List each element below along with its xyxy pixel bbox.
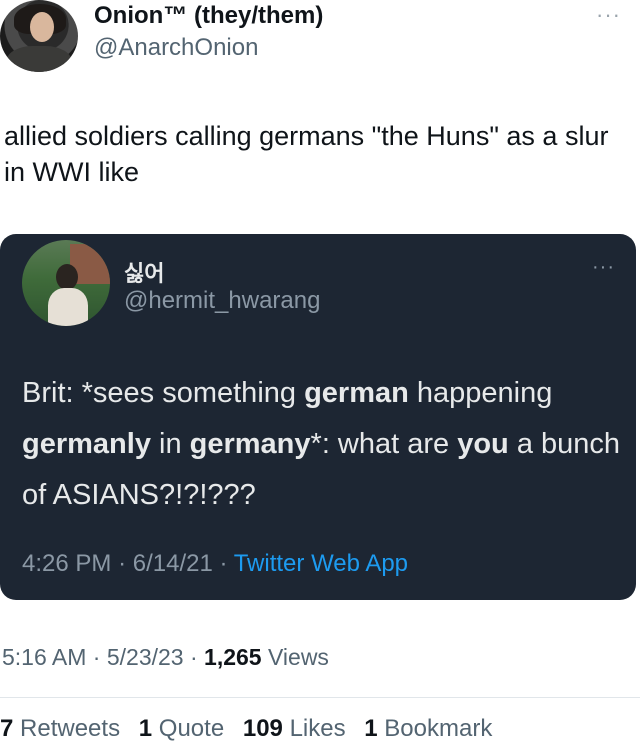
tweet-meta: 5:16 AM · 5/23/23 · 1,265 Views — [2, 644, 329, 670]
bookmarks-stat[interactable]: 1 Bookmark — [364, 715, 492, 742]
author-handle[interactable]: @AnarchOnion — [94, 34, 258, 62]
tweet-text: allied soldiers calling germans "the Hun… — [4, 121, 609, 187]
tweet-date[interactable]: 5/23/23 — [107, 644, 184, 670]
author-name[interactable]: Onion™ (they/them) — [94, 2, 323, 30]
quoted-source-app-link[interactable]: Twitter Web App — [234, 550, 408, 577]
quoted-author-name[interactable]: 싫어 — [124, 256, 164, 288]
quoted-author-avatar[interactable] — [22, 240, 110, 326]
views-label: Views — [268, 644, 329, 670]
quoted-more-horizontal-icon[interactable]: ··· — [592, 256, 615, 279]
tweet-time[interactable]: 5:16 AM — [2, 644, 86, 670]
quoted-tweet-card[interactable]: 싫어 @hermit_hwarang ··· Brit: *sees somet… — [0, 234, 636, 600]
quoted-author-handle[interactable]: @hermit_hwarang — [124, 287, 320, 315]
quoted-date: 6/14/21 — [132, 550, 213, 577]
retweets-stat[interactable]: 7 Retweets — [0, 715, 120, 742]
divider — [0, 697, 640, 698]
likes-stat[interactable]: 109 Likes — [243, 715, 346, 742]
quoted-tweet-meta: 4:26 PM · 6/14/21 · Twitter Web App — [22, 550, 409, 577]
quotes-stat[interactable]: 1 Quote — [139, 715, 224, 742]
quoted-time: 4:26 PM — [22, 550, 112, 577]
views-count: 1,265 — [204, 644, 262, 670]
quoted-tweet-text: Brit: *sees something german happening g… — [22, 377, 621, 511]
more-horizontal-icon[interactable]: ··· — [596, 2, 621, 28]
author-avatar[interactable] — [0, 0, 78, 72]
engagement-stats: 7 Retweets 1 Quote 109 Likes 1 Bookmark — [0, 715, 504, 743]
